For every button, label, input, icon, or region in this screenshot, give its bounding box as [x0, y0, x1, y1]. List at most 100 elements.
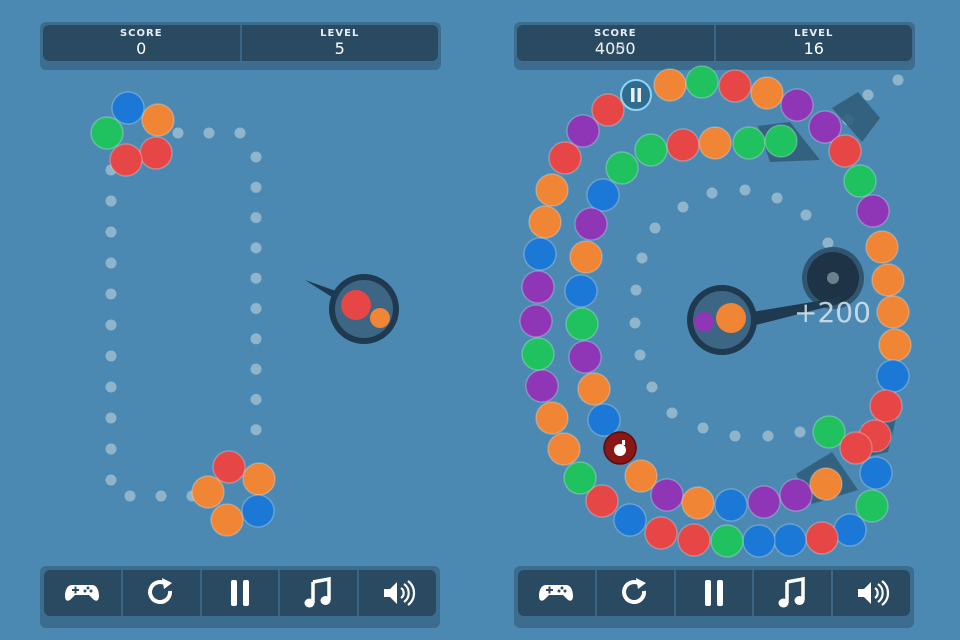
ball-orange — [141, 103, 175, 137]
sound-icon — [383, 580, 415, 606]
ball-red — [591, 93, 625, 127]
track-dot — [105, 195, 117, 207]
ball-green — [565, 307, 599, 341]
track-dot — [892, 74, 904, 86]
ball-orange — [528, 205, 562, 239]
ball-red — [839, 431, 873, 465]
ball-orange — [878, 328, 912, 362]
ball-blue — [241, 494, 275, 528]
track-dot — [250, 151, 262, 163]
ball-purple — [566, 114, 600, 148]
ball-orange — [191, 475, 225, 509]
ball-purple — [650, 478, 684, 512]
gamepad-icon — [539, 585, 574, 601]
track-dot — [729, 430, 741, 442]
ball-red — [644, 516, 678, 550]
ball-orange — [242, 462, 276, 496]
left-shooter[interactable] — [305, 274, 399, 344]
ball-red — [869, 389, 903, 423]
ball-purple — [747, 485, 781, 519]
ball-blue — [111, 91, 145, 125]
track-dot — [234, 127, 246, 139]
restart-button[interactable] — [597, 570, 676, 616]
ball-orange — [547, 432, 581, 466]
track-dot — [800, 209, 812, 221]
track-dot — [105, 226, 117, 238]
ball-red — [718, 69, 752, 103]
track-dot — [250, 181, 262, 193]
track-dot — [124, 490, 136, 502]
track-dot — [771, 192, 783, 204]
ball-orange — [698, 126, 732, 160]
restart-button[interactable] — [123, 570, 202, 616]
track-dot — [250, 272, 262, 284]
track-dot — [250, 363, 262, 375]
music-icon — [778, 577, 805, 608]
ball-purple — [856, 194, 890, 228]
track-dot — [697, 422, 709, 434]
ball-orange — [876, 295, 910, 329]
ball-blue — [523, 237, 557, 271]
right-toolbar — [514, 566, 914, 628]
track-dot — [105, 288, 117, 300]
restart-icon — [148, 578, 173, 604]
gamepad-button[interactable] — [44, 570, 123, 616]
ball-blue — [876, 359, 910, 393]
ball-green — [764, 124, 798, 158]
ball-purple — [779, 478, 813, 512]
ball-purple — [568, 340, 602, 374]
track-dot — [105, 350, 117, 362]
ball-orange — [535, 401, 569, 435]
ball-blue — [586, 178, 620, 212]
music-button[interactable] — [280, 570, 360, 616]
ball-red — [666, 128, 700, 162]
ball-orange — [865, 230, 899, 264]
sound-icon — [857, 580, 889, 606]
sound-button[interactable] — [833, 570, 910, 616]
track-dot — [105, 257, 117, 269]
track-dot — [634, 349, 646, 361]
ball-orange — [871, 263, 905, 297]
sound-button[interactable] — [359, 570, 436, 616]
music-button[interactable] — [754, 570, 834, 616]
ball-orange — [681, 486, 715, 520]
ball-blue — [564, 274, 598, 308]
ball-purple — [525, 369, 559, 403]
ball-blue — [773, 523, 807, 557]
track-dot — [155, 490, 167, 502]
pause-button[interactable] — [676, 570, 755, 616]
track-dot — [762, 430, 774, 442]
ball-green — [710, 524, 744, 558]
track-dot — [250, 424, 262, 436]
track-dot — [822, 237, 834, 249]
ball-purple — [574, 207, 608, 241]
ball-purple — [780, 88, 814, 122]
track-dot — [105, 381, 117, 393]
ball-blue — [742, 524, 776, 558]
track-dot — [105, 319, 117, 331]
ball-red — [139, 136, 173, 170]
ball-green — [521, 337, 555, 371]
track-dot — [862, 89, 874, 101]
gamepad-button[interactable] — [518, 570, 597, 616]
track-dot — [739, 184, 751, 196]
ball-green — [843, 164, 877, 198]
track-dot — [250, 303, 262, 314]
ball-red — [677, 523, 711, 557]
gamepad-icon — [65, 585, 100, 601]
ball-red — [548, 141, 582, 175]
ball-green — [563, 461, 597, 495]
track-dot — [250, 212, 262, 224]
track-dot — [172, 127, 184, 139]
bomb-icon — [614, 444, 626, 456]
track-dot — [105, 474, 117, 486]
track-dot — [636, 252, 648, 264]
ball-green — [732, 126, 766, 160]
ball-orange — [809, 467, 843, 501]
track-dot — [677, 201, 689, 213]
pause-button[interactable] — [202, 570, 281, 616]
next-ball — [694, 312, 714, 332]
pause-icon — [704, 580, 723, 606]
track-dot — [250, 242, 262, 254]
track-dot — [105, 443, 117, 455]
